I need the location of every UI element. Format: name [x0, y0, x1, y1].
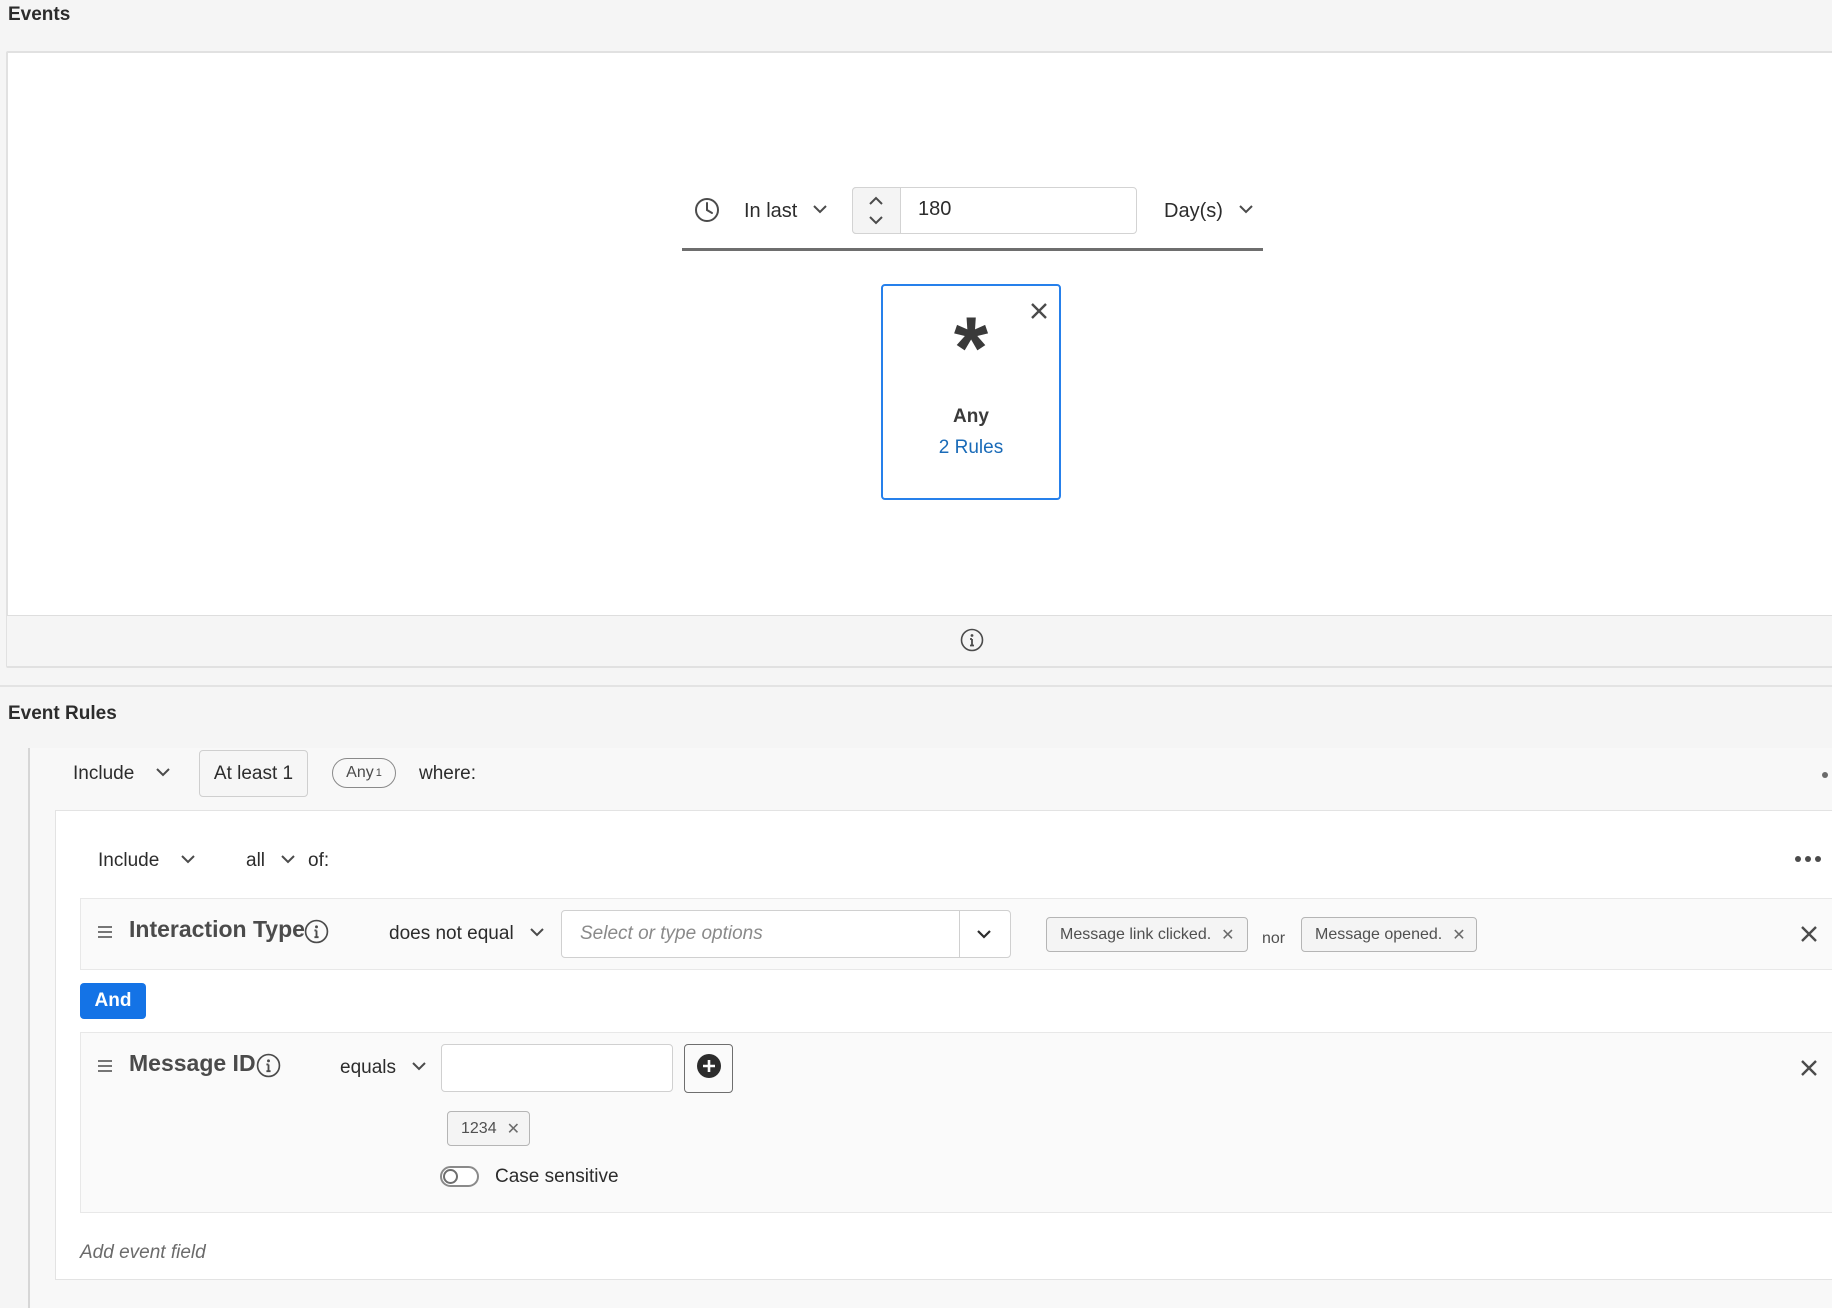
events-section-title: Events: [8, 4, 71, 25]
chevron-down-icon: [528, 923, 546, 946]
operator-dropdown[interactable]: does not equal: [389, 920, 546, 948]
event-card-rules-link[interactable]: 2 Rules: [883, 437, 1059, 459]
event-any-badge[interactable]: Any 1: [332, 758, 396, 788]
options-placeholder: Select or type options: [580, 923, 763, 944]
time-operator-label: In last: [744, 199, 798, 222]
events-panel-footer: [7, 615, 1832, 666]
clock-icon: [694, 197, 720, 223]
event-any-badge-count: 1: [375, 767, 382, 779]
value-tag: Message link clicked. ✕: [1046, 917, 1248, 952]
info-icon[interactable]: [256, 1053, 281, 1083]
chevron-up-icon[interactable]: [867, 194, 885, 213]
group-quantifier-label: all: [246, 850, 266, 871]
more-options-icon[interactable]: [1795, 856, 1821, 862]
add-event-field-link[interactable]: Add event field: [80, 1242, 206, 1264]
nor-joiner: nor: [1262, 930, 1286, 947]
close-icon[interactable]: [1799, 1058, 1819, 1083]
event-card-any[interactable]: * Any 2 Rules: [881, 284, 1061, 500]
section-divider: [0, 685, 1832, 687]
add-value-button[interactable]: [684, 1044, 733, 1093]
where-label: where:: [419, 763, 477, 784]
options-combobox[interactable]: Select or type options: [561, 910, 1011, 958]
event-rules-section-title: Event Rules: [8, 703, 117, 724]
value-tag: Message opened. ✕: [1301, 917, 1477, 952]
chevron-down-icon: [179, 850, 197, 873]
message-id-input[interactable]: [441, 1044, 673, 1092]
value-tag: 1234 ✕: [447, 1111, 530, 1146]
remove-tag-icon[interactable]: ✕: [1452, 925, 1465, 945]
and-button[interactable]: And: [80, 983, 146, 1019]
condition-field-label: Interaction Type: [129, 916, 305, 942]
drag-handle-icon[interactable]: [97, 1059, 113, 1078]
info-icon[interactable]: [960, 628, 984, 657]
chevron-down-icon: [811, 200, 829, 223]
group-include-label: Include: [98, 850, 160, 871]
chevron-down-icon: [410, 1057, 428, 1080]
case-sensitive-label: Case sensitive: [495, 1166, 619, 1187]
time-value-stepper[interactable]: [852, 187, 901, 234]
asterisk-icon: *: [953, 298, 989, 397]
combobox-divider: [959, 911, 960, 957]
of-label: of:: [308, 850, 330, 871]
condition-field-label: Message ID: [129, 1050, 256, 1076]
remove-tag-icon[interactable]: ✕: [507, 1119, 520, 1139]
time-value: 180: [918, 198, 952, 220]
info-icon[interactable]: [304, 919, 329, 949]
operator-label: equals: [340, 1057, 396, 1078]
operator-label: does not equal: [389, 923, 514, 944]
close-icon[interactable]: [1799, 924, 1819, 949]
quantity-chip[interactable]: At least 1: [199, 750, 308, 797]
outer-include-dropdown[interactable]: Include: [73, 760, 172, 788]
rules-indent-line: [28, 748, 30, 1308]
chevron-down-icon: [279, 850, 297, 873]
value-tag-label: Message opened.: [1315, 925, 1443, 943]
chevron-down-icon: [1237, 200, 1255, 223]
case-sensitive-toggle[interactable]: [440, 1166, 479, 1187]
plus-circle-icon: [696, 1053, 722, 1084]
chevron-down-icon: [154, 763, 172, 786]
time-unit-label: Day(s): [1164, 199, 1223, 222]
outer-include-label: Include: [73, 763, 135, 784]
group-include-dropdown[interactable]: Include: [98, 847, 197, 875]
operator-dropdown[interactable]: equals: [340, 1054, 428, 1082]
value-tag-label: Message link clicked.: [1060, 925, 1212, 943]
time-operator-dropdown[interactable]: In last: [744, 196, 829, 226]
group-quantifier-dropdown[interactable]: all: [246, 847, 297, 875]
more-menu-icon[interactable]: [1822, 772, 1828, 778]
chevron-down-icon[interactable]: [975, 925, 993, 948]
value-tag-label: 1234: [461, 1119, 497, 1137]
drag-handle-icon[interactable]: [97, 925, 113, 944]
event-any-badge-label: Any: [346, 764, 374, 781]
time-unit-dropdown[interactable]: Day(s): [1164, 196, 1255, 226]
remove-tag-icon[interactable]: ✕: [1221, 925, 1234, 945]
event-card-label: Any: [953, 406, 989, 427]
toggle-knob: [443, 1169, 458, 1184]
chevron-down-icon[interactable]: [867, 213, 885, 232]
